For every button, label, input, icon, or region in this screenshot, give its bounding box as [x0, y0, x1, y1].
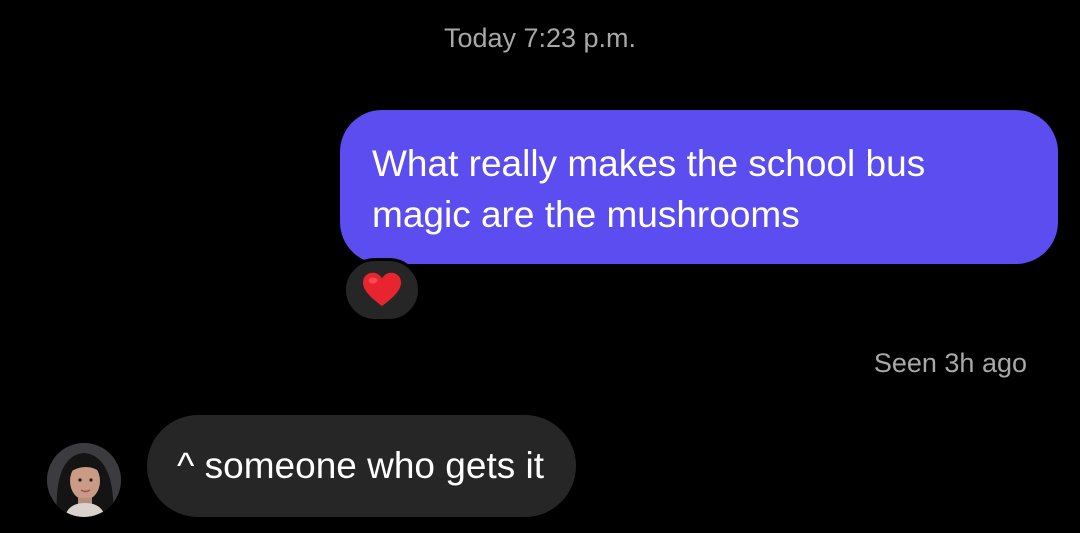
- red-heart-icon: [363, 272, 401, 306]
- seen-status: Seen 3h ago: [873, 348, 1027, 378]
- avatar[interactable]: [47, 443, 121, 517]
- outgoing-message-bubble[interactable]: What really makes the school bus magic a…: [340, 110, 1058, 264]
- message-timestamp: Today 7:23 p.m.: [443, 23, 637, 53]
- outgoing-message-text: What really makes the school bus magic a…: [372, 143, 926, 235]
- incoming-message-text: ^ someone who gets it: [177, 445, 545, 486]
- heart-reaction[interactable]: [343, 258, 421, 322]
- incoming-message-bubble[interactable]: ^ someone who gets it: [147, 415, 577, 517]
